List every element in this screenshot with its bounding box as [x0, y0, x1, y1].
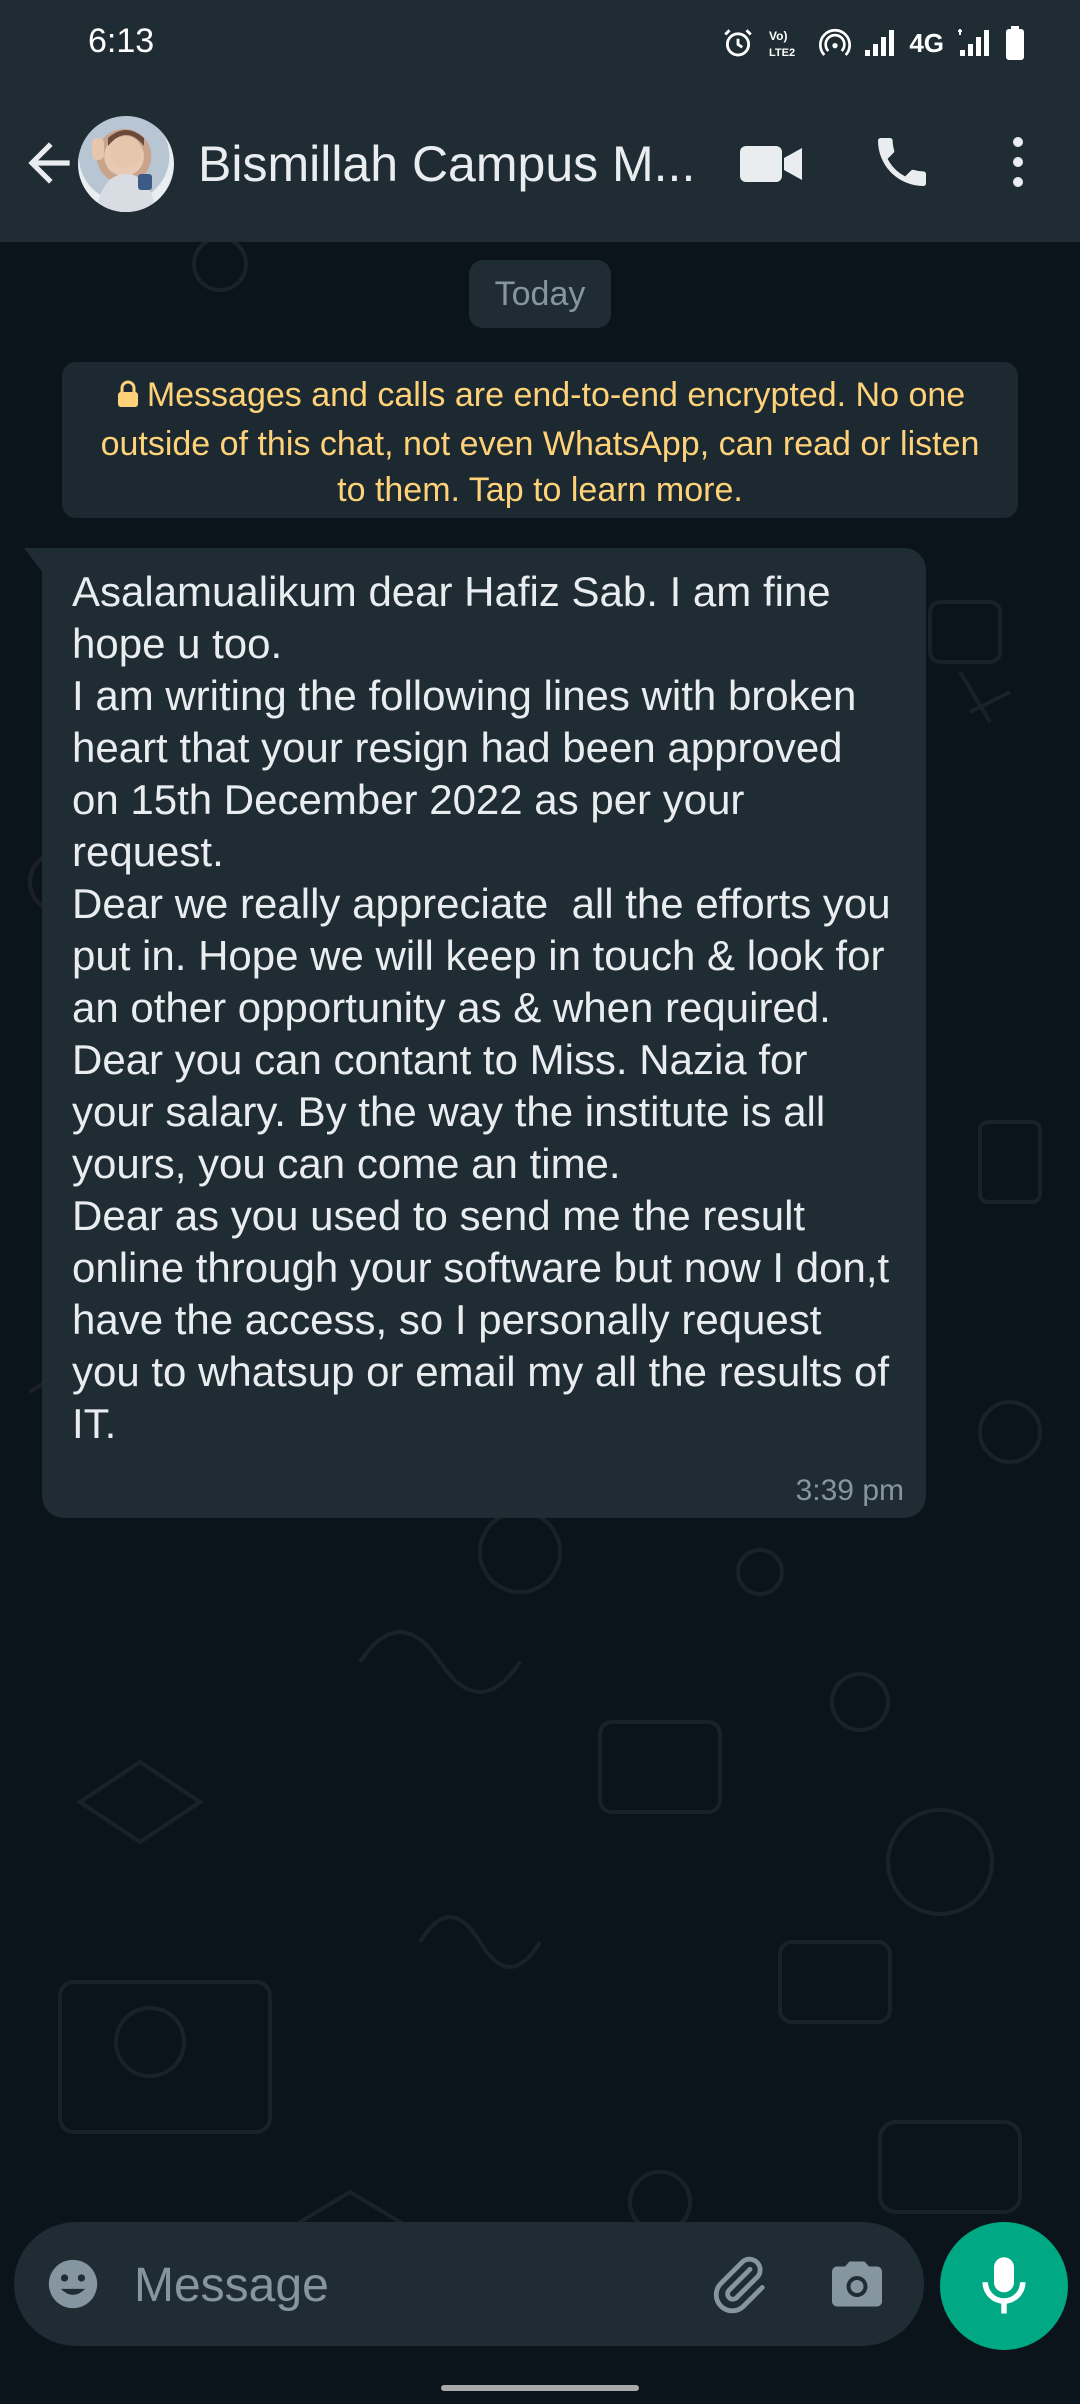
signal-icon	[956, 28, 992, 58]
attach-icon	[713, 2256, 765, 2314]
status-bar: 6:13 Vo) LTE2 4G	[0, 0, 1080, 86]
encryption-notice-text: Messages and calls are end-to-end encryp…	[100, 376, 980, 509]
message-time: 3:39 pm	[795, 1474, 904, 1507]
more-vert-icon	[1013, 137, 1023, 187]
emoji-icon	[48, 2259, 98, 2309]
svg-text:LTE2: LTE2	[769, 47, 795, 59]
back-arrow-icon	[28, 142, 70, 184]
alarm-icon	[721, 26, 755, 60]
attach-button[interactable]	[706, 2252, 770, 2316]
chat-area[interactable]: Today Messages and calls are end-to-end …	[0, 242, 1080, 2404]
message-input[interactable]	[132, 2252, 696, 2318]
voice-call-button[interactable]	[870, 130, 934, 194]
chat-header: Bismillah Campus M...	[0, 86, 1080, 242]
status-time: 6:13	[88, 22, 155, 60]
lock-icon	[115, 375, 141, 421]
bubble-tail	[24, 548, 44, 574]
more-options-button[interactable]	[1000, 130, 1036, 194]
emoji-button[interactable]	[44, 2255, 102, 2313]
date-chip: Today	[469, 260, 611, 328]
message-bubble[interactable]: Asalamualikum dear Hafiz Sab. I am fine …	[24, 548, 926, 1518]
composer	[14, 2222, 924, 2346]
back-button[interactable]	[18, 132, 80, 194]
contact-name[interactable]: Bismillah Campus M...	[198, 132, 708, 196]
message-text: Asalamualikum dear Hafiz Sab. I am fine …	[72, 568, 891, 1447]
hotspot-icon	[819, 27, 852, 59]
gesture-nav-handle[interactable]	[441, 2385, 639, 2391]
camera-button[interactable]	[826, 2254, 888, 2314]
battery-icon	[1004, 25, 1026, 61]
network-type: 4G	[909, 27, 944, 58]
signal-icon	[863, 28, 897, 58]
status-icons: Vo) LTE2 4G	[721, 20, 1026, 66]
video-call-icon	[740, 146, 802, 182]
camera-icon	[832, 2261, 882, 2307]
avatar[interactable]	[78, 116, 174, 212]
phone-icon	[878, 138, 926, 186]
svg-text:Vo): Vo)	[769, 29, 787, 43]
volte-icon: Vo) LTE2	[767, 26, 807, 60]
voice-message-button[interactable]	[940, 2222, 1068, 2350]
encryption-notice[interactable]: Messages and calls are end-to-end encryp…	[62, 362, 1018, 518]
video-call-button[interactable]	[738, 134, 804, 194]
mic-icon	[982, 2257, 1026, 2314]
